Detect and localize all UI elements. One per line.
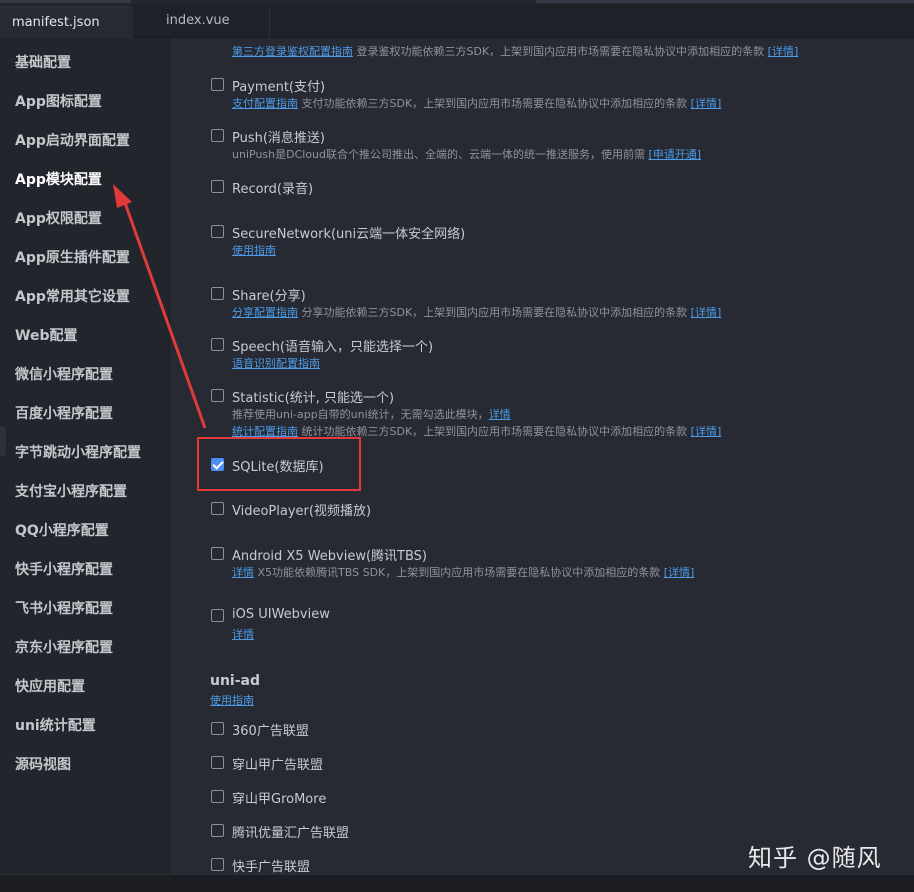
oauth-detail-link[interactable]: [详情] <box>768 45 799 58</box>
share-detail-link[interactable]: [详情] <box>691 306 722 319</box>
x5-checkbox[interactable] <box>211 547 224 560</box>
securenetwork-label: SecureNetwork(uni云端一体安全网络) <box>232 227 466 242</box>
uniad-gromore-label: 穿山甲GroMore <box>232 792 327 807</box>
push-apply-link[interactable]: [申请开通] <box>649 148 702 161</box>
statistic-recommend-text: 推荐使用uni-app自带的uni统计，无需勾选此模块，详情 <box>232 406 511 422</box>
sidebar-item-basic[interactable]: 基础配置 <box>15 52 71 72</box>
uiwebview-description: 详情 <box>232 626 254 642</box>
push-desc-text: uniPush是DCloud联合个推公司推出、全端的、云端一体的统一推送服务，使… <box>232 148 649 161</box>
speech-guide-link[interactable]: 语音识别配置指南 <box>232 357 320 370</box>
push-description: uniPush是DCloud联合个推公司推出、全端的、云端一体的统一推送服务，使… <box>232 146 701 162</box>
speech-label: Speech(语音输入，只能选择一个) <box>232 340 434 355</box>
securenetwork-checkbox[interactable] <box>211 225 224 238</box>
oauth-desc-text: 登录鉴权功能依赖三方SDK，上架到国内应用市场需要在隐私协议中添加相应的条款 <box>353 45 768 58</box>
tab-index-vue[interactable]: index.vue <box>132 6 270 38</box>
securenetwork-guide-link[interactable]: 使用指南 <box>232 244 276 257</box>
uniad-section-title: uni-ad <box>210 673 261 689</box>
push-label: Push(消息推送) <box>232 131 326 146</box>
share-description: 分享配置指南 分享功能依赖三方SDK，上架到国内应用市场需要在隐私协议中添加相应… <box>232 304 721 320</box>
statistic-label: Statistic(统计, 只能选一个) <box>232 391 395 406</box>
tab-top-strip <box>0 0 914 5</box>
uniad-guide: 使用指南 <box>210 692 254 708</box>
uniad-csj-checkbox[interactable] <box>211 756 224 769</box>
share-checkbox[interactable] <box>211 287 224 300</box>
statistic-uni-detail-link[interactable]: 详情 <box>489 408 511 421</box>
record-checkbox[interactable] <box>211 180 224 193</box>
uniad-ks-checkbox[interactable] <box>211 858 224 871</box>
payment-checkbox[interactable] <box>211 78 224 91</box>
sidebar-item-app-permissions[interactable]: App权限配置 <box>15 208 102 228</box>
uiwebview-label: iOS UIWebview <box>232 607 330 622</box>
record-label: Record(录音) <box>232 182 314 197</box>
statistic-recommend-desc: 推荐使用uni-app自带的uni统计，无需勾选此模块， <box>232 408 489 421</box>
x5-info-link[interactable]: 详情 <box>232 566 254 579</box>
sidebar-item-app-splash[interactable]: App启动界面配置 <box>15 130 130 150</box>
sidebar-item-quickapp[interactable]: 快应用配置 <box>15 676 85 696</box>
sqlite-highlight-box <box>197 437 361 491</box>
sidebar-item-app-icon[interactable]: App图标配置 <box>15 91 102 111</box>
share-label: Share(分享) <box>232 289 306 304</box>
oauth-guide-link[interactable]: 第三方登录鉴权配置指南 <box>232 45 353 58</box>
x5-description: 详情 X5功能依赖腾讯TBS SDK，上架到国内应用市场需要在隐私协议中添加相应… <box>232 564 694 580</box>
editor-tab-bar: manifest.json index.vue <box>0 0 914 38</box>
payment-label: Payment(支付) <box>232 80 326 95</box>
x5-desc-text: X5功能依赖腾讯TBS SDK，上架到国内应用市场需要在隐私协议中添加相应的条款 <box>254 566 664 579</box>
status-bar <box>0 874 914 892</box>
sidebar-item-kuaishou[interactable]: 快手小程序配置 <box>15 559 113 579</box>
uiwebview-checkbox[interactable] <box>211 609 224 622</box>
securenetwork-description: 使用指南 <box>232 242 276 258</box>
sidebar-item-app-other-settings[interactable]: App常用其它设置 <box>15 286 130 306</box>
sidebar-item-alipay[interactable]: 支付宝小程序配置 <box>15 481 127 501</box>
x5-label: Android X5 Webview(腾讯TBS) <box>232 549 428 564</box>
sidebar-item-qq[interactable]: QQ小程序配置 <box>15 520 109 540</box>
sidebar-item-app-native-plugins[interactable]: App原生插件配置 <box>15 247 130 267</box>
uiwebview-info-link[interactable]: 详情 <box>232 628 254 641</box>
payment-description: 支付配置指南 支付功能依赖三方SDK，上架到国内应用市场需要在隐私协议中添加相应… <box>232 95 721 111</box>
videoplayer-checkbox[interactable] <box>211 502 224 515</box>
payment-detail-link[interactable]: [详情] <box>691 97 722 110</box>
sidebar-item-jd[interactable]: 京东小程序配置 <box>15 637 113 657</box>
sidebar-item-web[interactable]: Web配置 <box>15 325 77 345</box>
uniad-guide-link[interactable]: 使用指南 <box>210 694 254 707</box>
payment-desc-text: 支付功能依赖三方SDK，上架到国内应用市场需要在隐私协议中添加相应的条款 <box>298 97 691 110</box>
speech-checkbox[interactable] <box>211 338 224 351</box>
uniad-360-label: 360广告联盟 <box>232 724 309 739</box>
watermark-text: 知乎 @随风 <box>748 844 882 872</box>
statistic-detail-link[interactable]: [详情] <box>691 425 722 438</box>
config-sidebar: 基础配置 App图标配置 App启动界面配置 App模块配置 App权限配置 A… <box>0 38 170 874</box>
sidebar-scroll-handle[interactable] <box>0 426 6 456</box>
sidebar-item-app-modules[interactable]: App模块配置 <box>15 169 102 189</box>
sidebar-item-weixin[interactable]: 微信小程序配置 <box>15 364 113 384</box>
uniad-gromore-checkbox[interactable] <box>211 790 224 803</box>
videoplayer-label: VideoPlayer(视频播放) <box>232 504 372 519</box>
share-guide-link[interactable]: 分享配置指南 <box>232 306 298 319</box>
sidebar-item-toutiao[interactable]: 字节跳动小程序配置 <box>15 442 141 462</box>
speech-description: 语音识别配置指南 <box>232 355 320 371</box>
uniad-360-checkbox[interactable] <box>211 722 224 735</box>
uniad-gdt-checkbox[interactable] <box>211 824 224 837</box>
sidebar-item-feishu[interactable]: 飞书小程序配置 <box>15 598 113 618</box>
uniad-csj-label: 穿山甲广告联盟 <box>232 758 324 773</box>
x5-detail-link[interactable]: [详情] <box>664 566 695 579</box>
share-desc-text: 分享功能依赖三方SDK，上架到国内应用市场需要在隐私协议中添加相应的条款 <box>298 306 691 319</box>
sidebar-item-source-view[interactable]: 源码视图 <box>15 754 71 774</box>
sidebar-item-baidu[interactable]: 百度小程序配置 <box>15 403 113 423</box>
sidebar-item-uni-stat[interactable]: uni统计配置 <box>15 715 96 735</box>
uniad-gdt-label: 腾讯优量汇广告联盟 <box>232 826 350 841</box>
payment-guide-link[interactable]: 支付配置指南 <box>232 97 298 110</box>
tab-manifest-json[interactable]: manifest.json <box>0 6 131 38</box>
oauth-description: 第三方登录鉴权配置指南 登录鉴权功能依赖三方SDK，上架到国内应用市场需要在隐私… <box>232 43 798 59</box>
push-checkbox[interactable] <box>211 129 224 142</box>
uniad-ks-label: 快手广告联盟 <box>232 860 311 874</box>
statistic-checkbox[interactable] <box>211 389 224 402</box>
